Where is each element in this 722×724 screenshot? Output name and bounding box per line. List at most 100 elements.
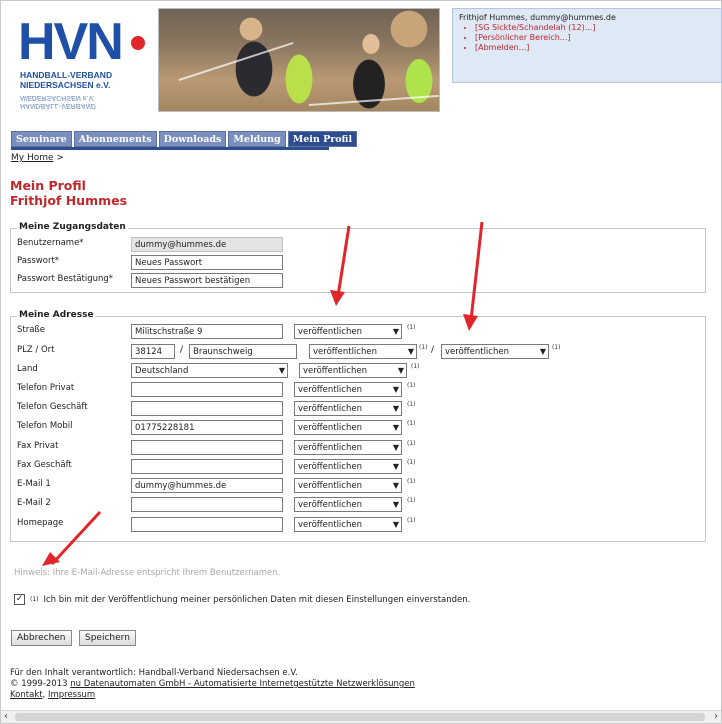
- chevron-down-icon: ▼: [392, 385, 399, 394]
- hvn-logo[interactable]: HVN HANDBALL-VERBAND NIEDERSACHSEN e.V. …: [14, 12, 154, 127]
- user-link-personal[interactable]: [Persönlicher Bereich...]: [475, 33, 715, 43]
- logo-line-2: NIEDERSACHSEN e.V.: [20, 80, 111, 90]
- fax-business-publish-select[interactable]: veröffentlichen ▼: [294, 459, 402, 474]
- email1-footnote: (1): [407, 478, 416, 485]
- user-link-logout[interactable]: [Abmelden...]: [475, 43, 715, 53]
- phone-business-publish-select[interactable]: veröffentlichen ▼: [294, 401, 402, 416]
- street-publish-select[interactable]: veröffentlichen ▼: [294, 324, 402, 339]
- plz-field[interactable]: 38124: [131, 344, 175, 359]
- phone-private-publish-select[interactable]: veröffentlichen ▼: [294, 382, 402, 397]
- page-title-main: Mein Profil: [10, 178, 86, 193]
- court-line: [178, 41, 294, 81]
- chevron-down-icon: ▼: [539, 347, 546, 356]
- scroll-left-icon[interactable]: ‹: [4, 711, 8, 723]
- email1-publish-value: veröffentlichen: [298, 481, 362, 491]
- main-nav: Seminare Abonnements Downloads Meldung M…: [11, 131, 358, 147]
- email2-field[interactable]: [131, 497, 283, 512]
- phone-mobile-field[interactable]: 01775228181: [131, 420, 283, 435]
- phone-mobile-publish-value: veröffentlichen: [298, 423, 362, 433]
- user-link-personal-label[interactable]: [Persönlicher Bereich...]: [475, 33, 571, 42]
- breadcrumb-home[interactable]: My Home: [11, 153, 54, 163]
- user-link-club[interactable]: [SG Sickte/Schandelah (12)...]: [475, 23, 715, 33]
- city-footnote: (1): [552, 344, 561, 351]
- horizontal-scrollbar[interactable]: ‹ ›: [1, 710, 721, 723]
- chevron-down-icon: ▼: [278, 366, 285, 375]
- city-field[interactable]: Braunschweig: [189, 344, 297, 359]
- scrollbar-thumb[interactable]: [15, 713, 705, 721]
- email1-field[interactable]: dummy@hummes.de: [131, 478, 283, 493]
- chevron-down-icon: ▼: [407, 347, 414, 356]
- tab-abonnements[interactable]: Abonnements: [73, 131, 157, 147]
- city-publish-value: veröffentlichen: [445, 347, 509, 357]
- homepage-field[interactable]: [131, 517, 283, 532]
- tab-mein-profil[interactable]: Mein Profil: [287, 131, 358, 147]
- plz-footnote: (1): [419, 344, 428, 351]
- scroll-right-icon[interactable]: ›: [714, 711, 718, 723]
- footer-impressum-link[interactable]: Impressum: [48, 690, 95, 700]
- email2-publish-select[interactable]: veröffentlichen ▼: [294, 497, 402, 512]
- fax-business-label: Fax Geschäft: [17, 460, 72, 470]
- phone-private-field[interactable]: [131, 382, 283, 397]
- address-fieldset: Meine Adresse Straße Militschstraße 9 ve…: [10, 310, 706, 542]
- land-publish-select[interactable]: veröffentlichen ▼: [299, 363, 407, 378]
- plz-city-separator: /: [180, 345, 184, 355]
- plz-publish-select[interactable]: veröffentlichen ▼: [309, 344, 417, 359]
- fax-private-publish-value: veröffentlichen: [298, 443, 362, 453]
- consent-checkbox[interactable]: ✓: [14, 594, 25, 605]
- land-select[interactable]: Deutschland ▼: [131, 363, 288, 378]
- phone-private-footnote: (1): [407, 382, 416, 389]
- phone-mobile-publish-select[interactable]: veröffentlichen ▼: [294, 420, 402, 435]
- land-publish-value: veröffentlichen: [303, 366, 367, 376]
- homepage-publish-select[interactable]: veröffentlichen ▼: [294, 517, 402, 532]
- access-legend: Meine Zugangsdaten: [17, 222, 128, 232]
- email1-publish-select[interactable]: veröffentlichen ▼: [294, 478, 402, 493]
- consent-row: ✓ (1) Ich bin mit der Veröffentlichung m…: [14, 594, 470, 605]
- chevron-down-icon: ▼: [392, 443, 399, 452]
- court-line: [308, 94, 439, 106]
- email-hint: Hinweis: Ihre E-Mail-Adresse entspricht …: [14, 568, 281, 578]
- logo-reflection-1: NIEDERSACHSEN e.V.: [20, 94, 95, 101]
- homepage-publish-value: veröffentlichen: [298, 520, 362, 530]
- page-title: Mein Profil Frithjof Hummes: [10, 178, 127, 208]
- user-name: Frithjof Hummes, dummy@hummes.de: [459, 13, 616, 22]
- password-label: Passwort*: [17, 256, 60, 266]
- tab-meldung[interactable]: Meldung: [228, 131, 286, 147]
- chevron-down-icon: ▼: [392, 500, 399, 509]
- save-button[interactable]: Speichern: [79, 630, 136, 646]
- phone-mobile-label: Telefon Mobil: [17, 421, 73, 431]
- logo-line-1: HANDBALL-VERBAND: [20, 70, 113, 80]
- cancel-button[interactable]: Abbrechen: [11, 630, 72, 646]
- nav-underline: [11, 147, 329, 150]
- street-footnote: (1): [407, 324, 416, 331]
- phone-mobile-footnote: (1): [407, 420, 416, 427]
- logo-text: HVN: [18, 13, 124, 71]
- password-field[interactable]: Neues Passwort: [131, 255, 283, 270]
- tab-downloads[interactable]: Downloads: [158, 131, 227, 147]
- email2-publish-value: veröffentlichen: [298, 500, 362, 510]
- access-fieldset: Meine Zugangsdaten Benutzername* dummy@h…: [10, 222, 706, 293]
- user-link-logout-label[interactable]: [Abmelden...]: [475, 43, 529, 52]
- phone-business-publish-value: veröffentlichen: [298, 404, 362, 414]
- street-label: Straße: [17, 325, 46, 335]
- plz-publish-value: veröffentlichen: [313, 347, 377, 357]
- footer-copyright: © 1999-2013: [10, 679, 68, 689]
- fax-business-field[interactable]: [131, 459, 283, 474]
- street-publish-value: veröffentlichen: [298, 327, 362, 337]
- homepage-label: Homepage: [17, 518, 64, 528]
- street-field[interactable]: Militschstraße 9: [131, 324, 283, 339]
- plz-label: PLZ / Ort: [17, 345, 55, 355]
- tab-seminare[interactable]: Seminare: [11, 131, 72, 147]
- user-link-club-label[interactable]: [SG Sickte/Schandelah (12)...]: [475, 23, 595, 32]
- fax-business-footnote: (1): [407, 459, 416, 466]
- fax-private-label: Fax Privat: [17, 441, 59, 451]
- fax-private-publish-select[interactable]: veröffentlichen ▼: [294, 440, 402, 455]
- fax-private-field[interactable]: [131, 440, 283, 455]
- password-confirm-field[interactable]: Neues Passwort bestätigen: [131, 273, 283, 288]
- fax-business-publish-value: veröffentlichen: [298, 462, 362, 472]
- footer-kontakt-link[interactable]: Kontakt: [10, 690, 43, 700]
- footer-company-link[interactable]: nu Datenautomaten GmbH - Automatisierte …: [70, 679, 415, 689]
- land-label: Land: [17, 364, 38, 374]
- city-publish-select[interactable]: veröffentlichen ▼: [441, 344, 549, 359]
- phone-business-field[interactable]: [131, 401, 283, 416]
- footer-copyright-line: © 1999-2013 nu Datenautomaten GmbH - Aut…: [10, 679, 415, 690]
